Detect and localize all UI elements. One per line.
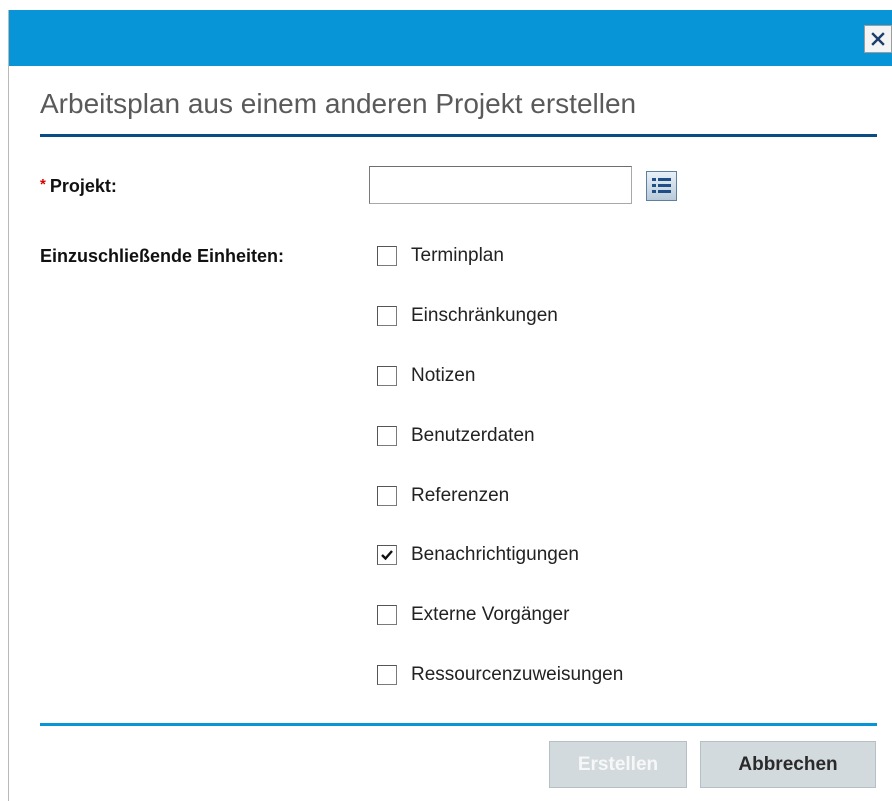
close-icon — [871, 32, 885, 46]
units-label: Einzuschließende Einheiten: — [40, 246, 285, 266]
project-input[interactable] — [369, 166, 632, 204]
checkbox[interactable] — [377, 486, 397, 506]
unit-option-benutzerdaten[interactable]: Benutzerdaten — [377, 422, 535, 450]
create-button[interactable]: Erstellen — [549, 741, 687, 788]
project-label-row: * Projekt: — [40, 176, 117, 197]
dialog-heading: Arbeitsplan aus einem anderen Projekt er… — [40, 88, 637, 119]
unit-option-terminplan[interactable]: Terminplan — [377, 242, 504, 270]
project-lookup-button[interactable] — [646, 171, 677, 201]
checkbox-label: Einschränkungen — [411, 305, 558, 326]
checkbox[interactable] — [377, 366, 397, 386]
unit-option-referenzen[interactable]: Referenzen — [377, 482, 509, 510]
checkbox-label: Externe Vorgänger — [411, 604, 570, 625]
checkbox[interactable] — [377, 246, 397, 266]
footer-divider — [40, 723, 877, 726]
checkmark-icon — [381, 550, 393, 561]
heading-divider — [40, 134, 877, 137]
checkbox[interactable] — [377, 306, 397, 326]
unit-option-externe-vorgaenger[interactable]: Externe Vorgänger — [377, 601, 569, 629]
create-workplan-dialog: Arbeitsplan aus einem anderen Projekt er… — [8, 10, 892, 801]
checkbox[interactable] — [377, 665, 397, 685]
project-label: Projekt: — [49, 176, 117, 196]
checkbox[interactable] — [377, 605, 397, 625]
checkbox[interactable] — [377, 426, 397, 446]
cancel-button[interactable]: Abbrechen — [700, 741, 876, 788]
close-button[interactable] — [864, 25, 892, 53]
checkbox-label: Terminplan — [411, 245, 504, 266]
unit-option-notizen[interactable]: Notizen — [377, 362, 475, 390]
checkbox[interactable] — [377, 545, 397, 565]
unit-option-ressourcenzuweisungen[interactable]: Ressourcenzuweisungen — [377, 661, 623, 689]
required-marker: * — [40, 176, 46, 193]
list-icon — [646, 171, 677, 201]
dialog-titlebar — [9, 10, 892, 66]
unit-option-einschraenkungen[interactable]: Einschränkungen — [377, 302, 558, 330]
checkbox-label: Benutzerdaten — [411, 425, 535, 446]
checkbox-label: Benachrichtigungen — [411, 544, 579, 565]
checkbox-label: Notizen — [411, 365, 476, 386]
checkbox-label: Ressourcenzuweisungen — [411, 664, 624, 685]
checkbox-label: Referenzen — [411, 485, 510, 506]
unit-option-benachrichtigungen[interactable]: Benachrichtigungen — [377, 541, 579, 569]
